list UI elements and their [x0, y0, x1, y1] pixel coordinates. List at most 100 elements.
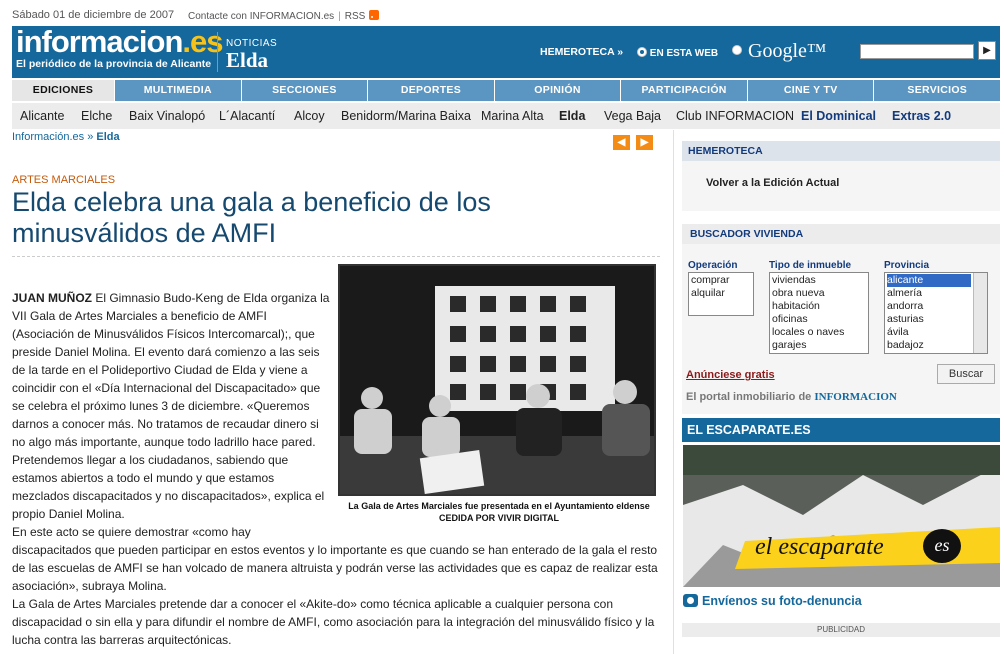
- article-photo-image: [340, 266, 654, 494]
- contact-link[interactable]: Contacte con INFORMACION.es: [188, 11, 334, 22]
- operacion-filter: Operación comprar alquilar: [688, 260, 758, 316]
- provincia-scrollbar[interactable]: [973, 273, 987, 353]
- tipo-option[interactable]: obra nueva: [772, 287, 866, 300]
- provincia-option-selected[interactable]: alicante: [887, 274, 971, 287]
- next-arrow-icon[interactable]: ▶: [636, 135, 653, 150]
- header-divider: [217, 32, 218, 72]
- main-nav: EDICIONES MULTIMEDIA SECCIONES DEPORTES …: [12, 80, 1000, 101]
- breadcrumb: Información.es » Elda: [12, 131, 120, 143]
- portal-text: El portal inmobiliario de: [686, 391, 815, 403]
- subnav-item-marina-alta[interactable]: Marina Alta: [481, 109, 544, 123]
- title-divider: [12, 256, 660, 257]
- buscar-button[interactable]: Buscar: [937, 364, 995, 384]
- google-logo-label: Google™: [748, 40, 827, 62]
- editions-subnav: Alicante Elche Baix Vinalopó L´Alacantí …: [12, 103, 1000, 129]
- search-go-button[interactable]: ▶: [978, 41, 996, 60]
- contact-bar: Contacte con INFORMACION.es | RSS: [188, 10, 380, 22]
- subnav-item-dominical[interactable]: El Dominical: [801, 109, 876, 123]
- article-author: JUAN MUÑOZ: [12, 291, 92, 305]
- nav-item-ediciones[interactable]: EDICIONES: [12, 80, 114, 101]
- logo-main-text: informacion: [16, 24, 183, 59]
- escaparate-box: EL ESCAPARATE.ES el escaparate es Envíen…: [682, 418, 1000, 618]
- subnav-item-baix-vinalopo[interactable]: Baix Vinalopó: [129, 109, 205, 123]
- search-option-web-label: EN ESTA WEB: [649, 48, 719, 59]
- column-divider: [673, 130, 674, 654]
- subnav-item-alacanti[interactable]: L´Alacantí: [219, 109, 275, 123]
- escaparate-banner-image: [683, 445, 1000, 587]
- subnav-item-extras[interactable]: Extras 2.0: [892, 109, 951, 123]
- search-option-google[interactable]: Google™: [732, 40, 826, 63]
- operacion-option[interactable]: comprar: [691, 274, 751, 287]
- radio-unselected-icon[interactable]: [732, 45, 742, 55]
- escaparate-banner-text: el escaparate: [755, 534, 884, 560]
- site-logo[interactable]: informacion.es El periódico de la provin…: [16, 24, 224, 70]
- provincia-label: Provincia: [884, 260, 930, 271]
- breadcrumb-current[interactable]: Elda: [96, 131, 119, 143]
- prev-arrow-icon[interactable]: ◀: [613, 135, 630, 150]
- search-input[interactable]: [860, 44, 974, 59]
- anunciese-link[interactable]: Anúnciese gratis: [686, 369, 775, 381]
- nav-item-participacion[interactable]: PARTICIPACIÓN: [620, 80, 747, 101]
- vivienda-box-title: BUSCADOR VIVIENDA: [682, 224, 1000, 244]
- subnav-item-club[interactable]: Club INFORMACION: [676, 109, 794, 123]
- current-edition-link[interactable]: Volver a la Edición Actual: [706, 177, 1000, 189]
- provincia-option[interactable]: ávila: [887, 326, 985, 339]
- article-paragraph-1-text: El Gimnasio Budo-Keng de Elda organiza l…: [12, 291, 330, 521]
- logo-tagline: El periódico de la provincia de Alicante: [16, 58, 212, 70]
- escaparate-title[interactable]: EL ESCAPARATE.ES: [682, 418, 1000, 442]
- nav-item-multimedia[interactable]: MULTIMEDIA: [114, 80, 241, 101]
- tipo-option[interactable]: garajes: [772, 339, 866, 352]
- tipo-option[interactable]: oficinas: [772, 313, 866, 326]
- tipo-select[interactable]: viviendas obra nueva habitación oficinas…: [769, 272, 869, 354]
- portal-brand[interactable]: INFORMACION: [814, 391, 897, 403]
- subnav-item-vega-baja[interactable]: Vega Baja: [604, 109, 661, 123]
- rss-icon[interactable]: [369, 10, 380, 20]
- tipo-option[interactable]: locales o naves: [772, 326, 866, 339]
- vivienda-search-box: BUSCADOR VIVIENDA Operación comprar alqu…: [682, 224, 1000, 414]
- portal-tagline: El portal inmobiliario de INFORMACION: [686, 391, 897, 403]
- section-title: Elda: [226, 48, 269, 72]
- subnav-item-alicante[interactable]: Alicante: [20, 109, 64, 123]
- provincia-option[interactable]: asturias: [887, 313, 985, 326]
- hemeroteca-box: HEMEROTECA Volver a la Edición Actual: [682, 141, 1000, 211]
- escaparate-banner[interactable]: el escaparate es: [683, 445, 1000, 587]
- article-title: Elda celebra una gala a beneficio de los…: [12, 187, 491, 248]
- tipo-option[interactable]: habitación: [772, 300, 866, 313]
- nav-item-deportes[interactable]: DEPORTES: [367, 80, 494, 101]
- top-bar: Sábado 01 de diciembre de 2007 Contacte …: [0, 0, 1004, 26]
- tipo-label: Tipo de inmueble: [769, 260, 852, 271]
- provincia-option[interactable]: andorra: [887, 300, 985, 313]
- publicidad-label: PUBLICIDAD: [682, 623, 1000, 637]
- hemeroteca-link[interactable]: HEMEROTECA »: [540, 46, 623, 58]
- nav-item-opinion[interactable]: OPINIÓN: [493, 80, 621, 101]
- rss-link[interactable]: RSS: [345, 11, 366, 22]
- foto-denuncia-link[interactable]: Envíenos su foto-denuncia: [683, 594, 862, 608]
- tipo-filter: Tipo de inmueble viviendas obra nueva ha…: [769, 260, 873, 354]
- nav-item-secciones[interactable]: SECCIONES: [240, 80, 368, 101]
- provincia-option[interactable]: badajoz: [887, 339, 985, 352]
- operacion-label: Operación: [688, 260, 738, 271]
- article-photo: [338, 264, 656, 496]
- tipo-option[interactable]: viviendas: [772, 274, 866, 287]
- provincia-option[interactable]: almería: [887, 287, 985, 300]
- eye-icon: [683, 594, 698, 607]
- nav-item-cine-tv[interactable]: CINE Y TV: [746, 80, 874, 101]
- foto-denuncia-label: Envíenos su foto-denuncia: [702, 594, 862, 608]
- operacion-select[interactable]: comprar alquilar: [688, 272, 754, 316]
- date-text: Sábado 01 de diciembre de 2007: [12, 9, 175, 21]
- photo-caption: La Gala de Artes Marciales fue presentad…: [348, 501, 650, 523]
- subnav-item-benidorm[interactable]: Benidorm/Marina Baixa: [341, 109, 471, 123]
- subnav-item-alcoy[interactable]: Alcoy: [294, 109, 325, 123]
- subnav-item-elche[interactable]: Elche: [81, 109, 112, 123]
- subnav-item-elda[interactable]: Elda: [559, 109, 585, 123]
- breadcrumb-home[interactable]: Información.es: [12, 131, 84, 143]
- search-option-web[interactable]: EN ESTA WEB: [637, 47, 718, 59]
- hemeroteca-box-title: HEMEROTECA: [682, 141, 1000, 161]
- radio-selected-icon[interactable]: [637, 47, 647, 57]
- escaparate-banner-es: es: [923, 529, 961, 563]
- nav-item-servicios[interactable]: SERVICIOS: [873, 80, 1000, 101]
- provincia-select[interactable]: alicante almería andorra asturias ávila …: [884, 272, 988, 354]
- operacion-option[interactable]: alquilar: [691, 287, 751, 300]
- provincia-filter: Provincia alicante almería andorra astur…: [884, 260, 990, 354]
- breadcrumb-sep: »: [84, 131, 97, 143]
